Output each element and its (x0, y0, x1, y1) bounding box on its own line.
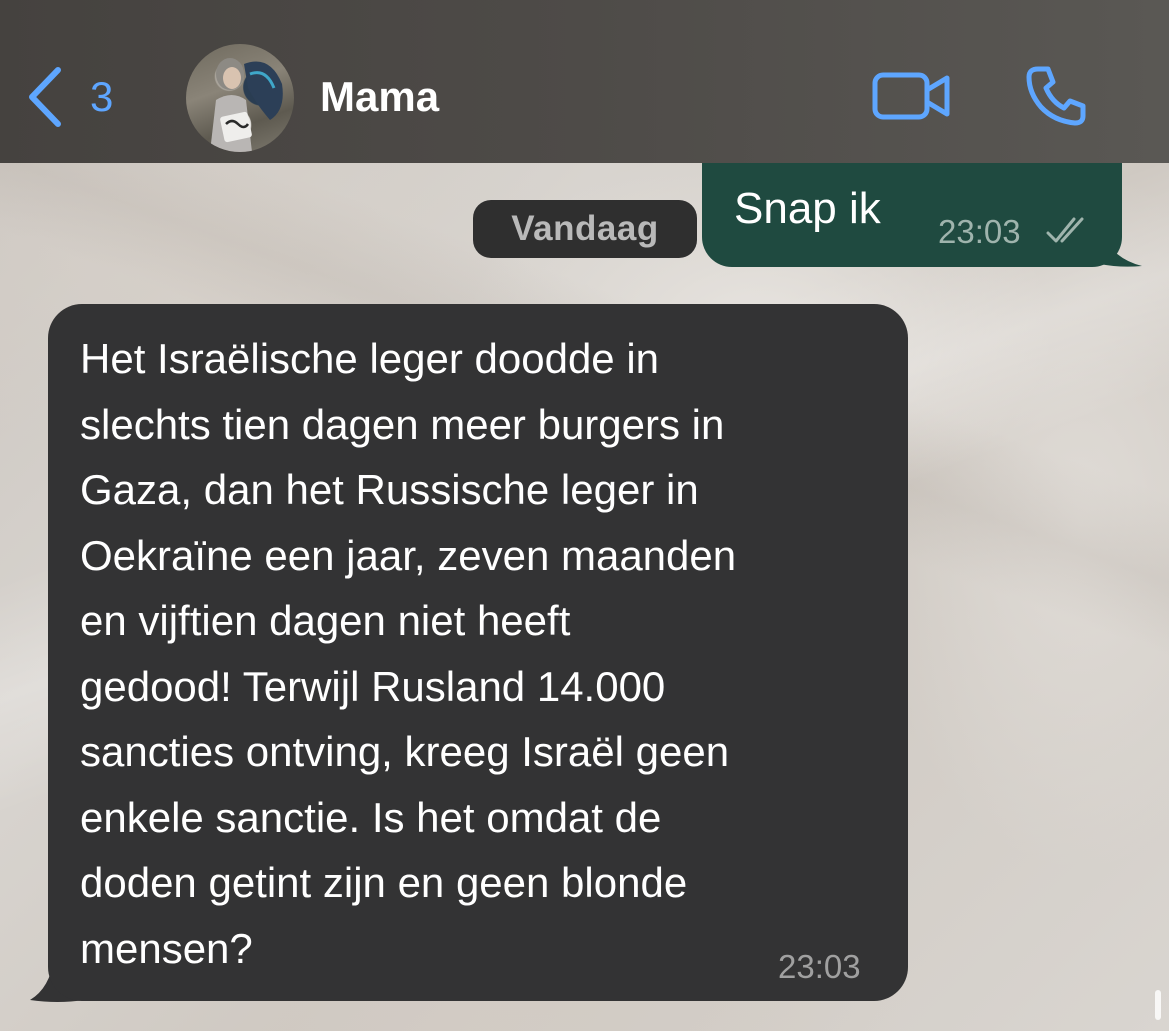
message-text: Snap ik (734, 184, 881, 233)
message-bubble-incoming[interactable]: Het Israëlische leger doodde in slechts … (48, 304, 908, 1001)
phone-call-button[interactable] (1024, 64, 1088, 128)
date-separator-label: Vandaag (511, 209, 659, 248)
message-time: 23:03 (938, 213, 1021, 250)
date-separator: Vandaag (473, 200, 697, 258)
read-receipt-icon (1046, 217, 1084, 243)
avatar-photo (210, 58, 283, 152)
back-button[interactable]: 3 (24, 62, 113, 132)
avatar[interactable] (186, 44, 294, 152)
contact-name[interactable]: Mama (320, 76, 439, 118)
message-text: Het Israëlische leger doodde in slechts … (80, 335, 737, 972)
scroll-indicator[interactable] (1155, 990, 1161, 1020)
unread-count: 3 (90, 73, 114, 120)
video-call-button[interactable] (872, 70, 952, 122)
chevron-left-icon (29, 67, 61, 127)
message-bubble-outgoing[interactable]: Snap ik 23:03 (702, 163, 1122, 267)
chat-header: 3 Mama (0, 0, 1169, 163)
phone-call-icon (1026, 66, 1086, 126)
message-time: 23:03 (778, 948, 861, 985)
video-call-icon (872, 72, 950, 120)
